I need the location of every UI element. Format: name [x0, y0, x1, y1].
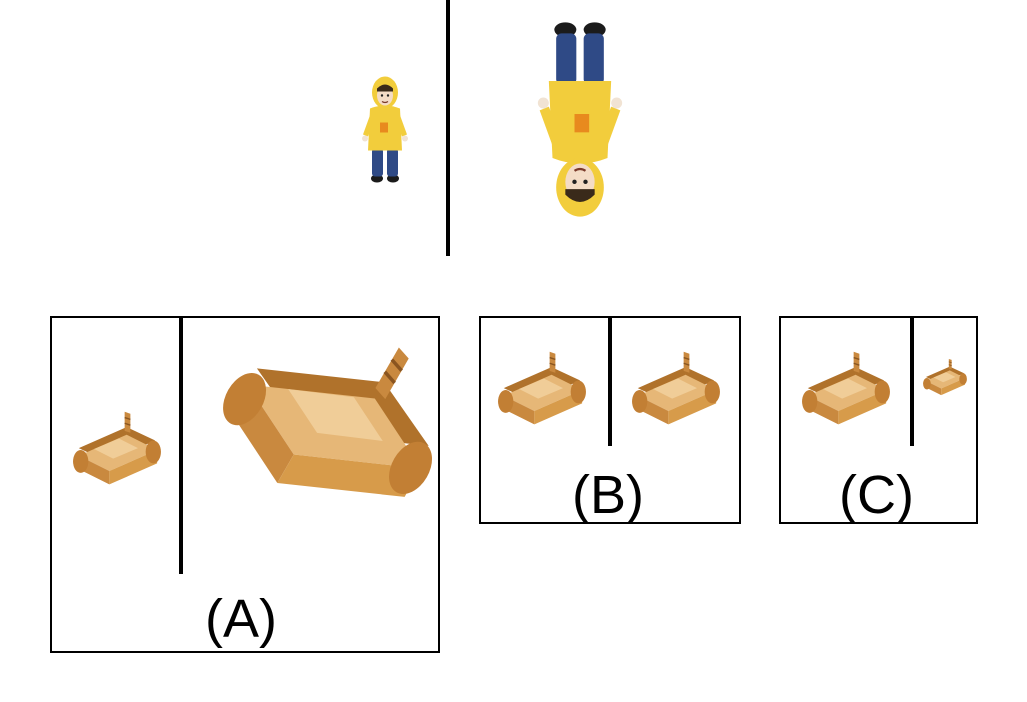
child-doll-upright-figure [361, 75, 409, 184]
child-doll-upside-down-figure [536, 21, 624, 218]
option-a-label: (A) [205, 589, 277, 649]
sofa-tiny-icon [922, 358, 968, 396]
option-b-divider [608, 318, 612, 446]
option-b-label: (B) [572, 465, 644, 525]
sofa-small-icon [801, 351, 891, 426]
option-c-label: (C) [839, 465, 914, 525]
sofa-small-icon [497, 351, 587, 426]
sofa-small-same-icon [631, 351, 721, 426]
option-a-divider [179, 318, 183, 574]
option-c-box[interactable]: (C) [779, 316, 978, 524]
sofa-large-rotated-icon [198, 282, 478, 549]
example-divider [446, 0, 450, 256]
option-b-box[interactable]: (B) [479, 316, 741, 524]
sofa-small-icon [72, 411, 162, 486]
option-c-divider [910, 318, 914, 446]
option-a-box[interactable]: (A) [50, 282, 478, 653]
